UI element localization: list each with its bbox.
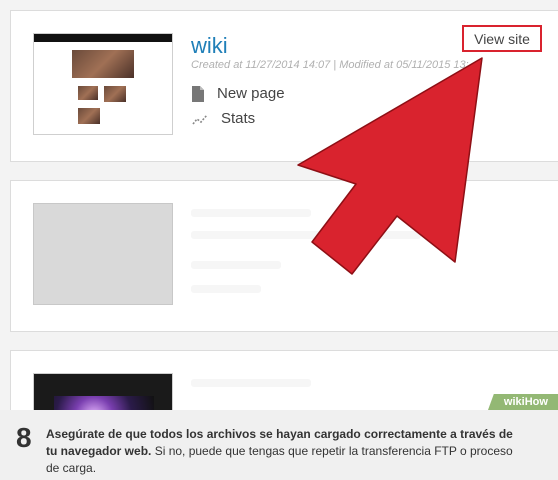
site-list-screen: wiki Created at 11/27/2014 14:07 | Modif…	[0, 0, 558, 410]
step-text: Asegúrate de que todos los archivos se h…	[46, 426, 526, 477]
wikihow-watermark: wikiHow	[488, 394, 558, 410]
pointer-arrow	[297, 57, 483, 275]
step-number: 8	[16, 422, 32, 453]
